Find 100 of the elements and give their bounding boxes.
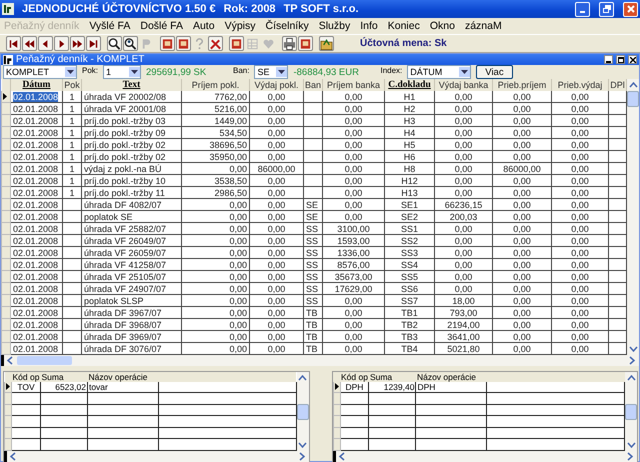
index-dropdown[interactable]: DÁTUM <box>407 65 472 79</box>
minimize-button[interactable] <box>604 55 613 64</box>
table-cell: TB <box>306 332 318 342</box>
maximize-button[interactable] <box>616 55 625 64</box>
pok-dropdown[interactable]: 1 <box>103 65 142 79</box>
toolbar-button[interactable] <box>282 36 297 51</box>
menu-item[interactable]: Okno <box>430 20 455 32</box>
table-cell: 5021,80 <box>447 344 480 354</box>
table-cell: 0,00 <box>571 284 589 294</box>
toolbar-button[interactable] <box>70 36 85 51</box>
table-cell: 0,00 <box>268 104 286 114</box>
scroll-down-icon <box>628 344 638 353</box>
table-cell: 0,00 <box>268 272 286 282</box>
close-button[interactable] <box>628 55 637 64</box>
table-cell: 0,00 <box>344 344 362 354</box>
table-cell: 8576,00 <box>337 260 370 270</box>
table-cell: 0,00 <box>229 308 247 318</box>
table-cell: 0,00 <box>344 164 362 174</box>
scroll-thumb[interactable] <box>627 91 639 107</box>
column-header[interactable]: Prieb.výdaj <box>552 79 608 91</box>
bank-dropdown[interactable]: SE <box>254 65 288 79</box>
column-header[interactable]: Suma <box>40 372 88 382</box>
scroll-thumb[interactable] <box>296 404 308 420</box>
column-header[interactable]: Dátum <box>10 79 62 91</box>
toolbar-button[interactable] <box>22 36 37 51</box>
menu-item[interactable]: Info <box>360 20 378 32</box>
menu-item[interactable]: Vyšlé FA <box>89 20 130 32</box>
column-header[interactable]: C.dokladu <box>384 79 434 91</box>
menu-item[interactable]: Došlé FA <box>140 20 183 32</box>
table-cell: 6523,02 <box>55 382 86 392</box>
toolbar-button[interactable] <box>6 36 21 51</box>
toolbar-button[interactable] <box>86 36 101 51</box>
table-cell: 0,00 <box>344 92 362 102</box>
toolbar-button[interactable] <box>319 36 334 51</box>
toolbar-button[interactable] <box>54 36 69 51</box>
column-header[interactable]: Text <box>82 79 182 91</box>
menu-item[interactable]: záznaM <box>464 20 502 32</box>
column-header[interactable]: Príjem pokl. <box>182 79 250 91</box>
table-cell: TB <box>306 344 318 354</box>
table-cell: SS <box>306 272 318 282</box>
table-cell: 0,00 <box>229 200 247 210</box>
column-header[interactable]: Pok <box>62 79 82 91</box>
table-cell: úhrada VF 25105/07 <box>84 272 166 282</box>
toolbar-button[interactable] <box>123 36 138 51</box>
window-title: Peňažný denník - KOMPLET <box>16 54 144 65</box>
table-cell: H3 <box>404 116 416 126</box>
table-cell: 1 <box>69 116 74 126</box>
table-cell: 02.01.2008 <box>13 140 58 150</box>
menu-item[interactable]: Výpisy <box>224 20 256 32</box>
vertical-scrollbar[interactable] <box>627 79 639 355</box>
vertical-scrollbar[interactable] <box>296 372 308 451</box>
column-header[interactable]: Kód op <box>12 372 40 382</box>
column-header[interactable]: DPl <box>608 79 626 91</box>
column-header[interactable]: Suma <box>368 372 416 382</box>
column-header[interactable]: Názov operácie <box>416 372 487 382</box>
scroll-right-icon <box>296 452 306 461</box>
table-cell: 0,00 <box>454 140 472 150</box>
table-cell: 02.01.2008 <box>13 104 58 114</box>
scroll-thumb[interactable] <box>17 356 72 365</box>
table-cell: 02.01.2008 <box>13 284 58 294</box>
menu-item[interactable]: Číselníky <box>266 20 309 32</box>
menu-item[interactable]: Koniec <box>388 20 420 32</box>
toolbar-button[interactable] <box>107 36 122 51</box>
scroll-thumb[interactable] <box>625 404 637 420</box>
journal-dropdown[interactable]: KOMPLET <box>3 65 77 79</box>
table-cell: 0,00 <box>513 200 531 210</box>
table-cell: TB <box>306 320 318 330</box>
table-cell: 0,00 <box>571 344 589 354</box>
scroll-left-icon <box>6 356 15 365</box>
column-header[interactable]: Výdaj banka <box>434 79 492 91</box>
table-cell: 02.01.2008 <box>13 128 58 138</box>
table-cell: 0,00 <box>571 236 589 246</box>
table-cell: 0,00 <box>454 236 472 246</box>
table-cell: 02.01.2008 <box>13 260 58 270</box>
table-cell: 1449,00 <box>214 116 247 126</box>
table-cell: príj.do pokl.-tržby 09 <box>84 128 166 138</box>
menu-item[interactable]: Auto <box>192 20 215 32</box>
table-cell: 1 <box>69 104 74 114</box>
table-cell: 0,00 <box>513 296 531 306</box>
menu-item[interactable]: Služby <box>318 20 350 32</box>
more-button[interactable]: Viac <box>476 65 513 79</box>
horizontal-scrollbar[interactable] <box>4 451 308 462</box>
column-header[interactable]: Kód op <box>340 372 369 382</box>
restore-button[interactable] <box>599 2 614 16</box>
table-cell: úhrada VF 25882/07 <box>84 224 166 234</box>
table-cell: úhrada VF 24907/07 <box>84 284 166 294</box>
column-header[interactable]: Ban <box>304 79 322 91</box>
column-header[interactable]: Príjem banka <box>322 79 384 91</box>
horizontal-scrollbar[interactable] <box>1 355 639 366</box>
column-header[interactable]: Výdaj pokl. <box>250 79 304 91</box>
column-header[interactable]: Prieb.príjem <box>492 79 552 91</box>
horizontal-scrollbar[interactable] <box>332 451 637 462</box>
toolbar-button[interactable] <box>38 36 53 51</box>
column-header[interactable]: Názov operácie <box>87 372 158 382</box>
table-cell: 7762,00 <box>214 92 247 102</box>
table-cell: SS <box>306 236 318 246</box>
table-cell: 0,00 <box>229 164 247 174</box>
close-icon <box>630 56 636 62</box>
vertical-scrollbar[interactable] <box>625 372 637 451</box>
table-cell: 0,00 <box>268 320 286 330</box>
